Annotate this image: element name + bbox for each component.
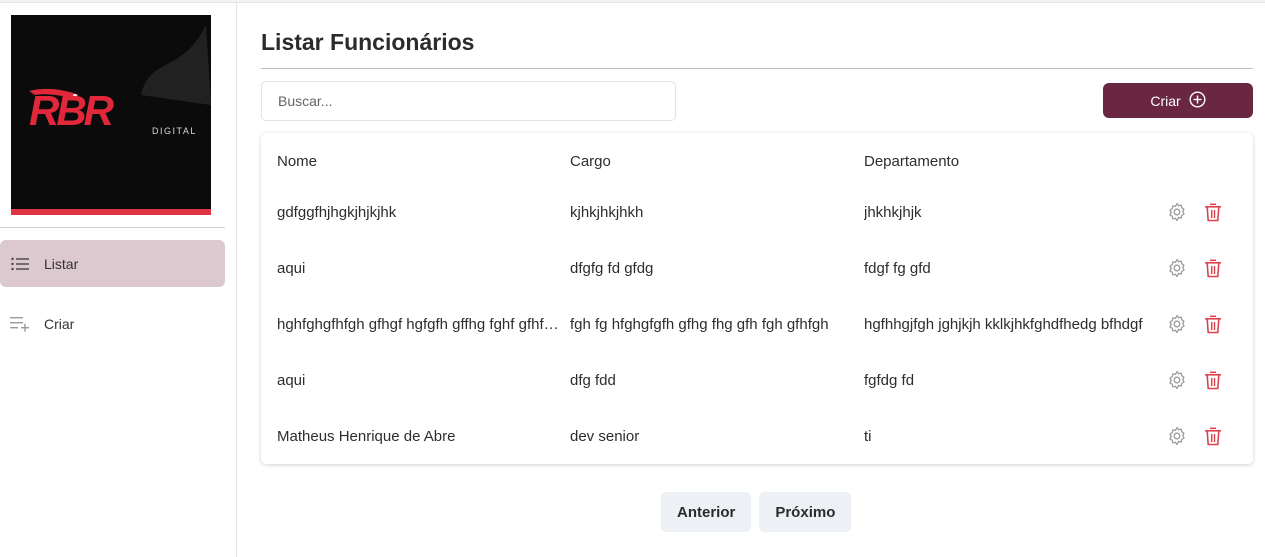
column-header-departamento: Departamento	[864, 152, 960, 170]
table-row: aqui dfgfg fd gfdg fdgf fg gfd	[261, 240, 1253, 296]
next-page-button[interactable]: Próximo	[759, 492, 852, 532]
column-header-nome: Nome	[277, 152, 318, 170]
page-title: Listar Funcionários	[261, 29, 475, 55]
search-input[interactable]	[261, 81, 676, 121]
cell-nome: hghfghgfhfgh gfhgf hgfgfh gffhg fghf gfh…	[277, 315, 559, 333]
cell-departamento: jhkhkjhjk	[864, 203, 922, 221]
sidebar: RBR DIGITAL Listar Criar	[0, 3, 237, 557]
table-row: hghfghgfhfgh gfhgf hgfgfh gffhg fghf gfh…	[261, 296, 1253, 352]
create-button[interactable]: Criar	[1103, 83, 1253, 118]
cell-nome: gdfggfhjhgkjhjkjhk	[277, 203, 397, 221]
gear-icon[interactable]	[1167, 314, 1187, 334]
table-row: Matheus Henrique de Abre dev senior ti	[261, 408, 1253, 464]
trash-icon[interactable]	[1203, 258, 1223, 278]
cell-cargo: dfg fdd	[570, 371, 616, 389]
list-icon	[10, 254, 30, 274]
main-content: Listar Funcionários Criar Nome Cargo Dep…	[237, 3, 1265, 557]
cell-departamento: fdgf fg gfd	[864, 259, 931, 277]
column-header-cargo: Cargo	[570, 152, 611, 170]
table-row: gdfggfhjhgkjhjkjhk kjhkjhkjhkh jhkhkjhjk	[261, 184, 1253, 240]
sidebar-item-label: Listar	[44, 255, 79, 272]
trash-icon[interactable]	[1203, 426, 1223, 446]
cell-nome: aqui	[277, 259, 306, 277]
sidebar-item-criar[interactable]: Criar	[0, 300, 225, 347]
cell-departamento: ti	[864, 427, 872, 445]
playlist-add-icon	[10, 314, 30, 334]
sidebar-divider	[0, 227, 225, 228]
logo-smoke-graphic	[141, 25, 211, 105]
cell-cargo: dfgfg fd gfdg	[570, 259, 654, 277]
logo-accent-bar	[11, 209, 211, 215]
gear-icon[interactable]	[1167, 202, 1187, 222]
cell-departamento: fgfdg fd	[864, 371, 915, 389]
cell-departamento: hgfhhgjfgh jghjkjh kklkjhkfghdfhedg bfhd…	[864, 315, 1143, 333]
trash-icon[interactable]	[1203, 370, 1223, 390]
brand-logo: RBR DIGITAL	[11, 15, 211, 215]
gear-icon[interactable]	[1167, 370, 1187, 390]
create-button-label: Criar	[1150, 92, 1181, 109]
cell-cargo: fgh fg hfghgfgfh gfhg fhg gfh fgh gfhfgh	[570, 315, 829, 333]
table-header: Nome Cargo Departamento	[261, 133, 1253, 189]
cell-nome: Matheus Henrique de Abre	[277, 427, 456, 445]
plus-circle-icon	[1189, 90, 1206, 111]
sidebar-item-listar[interactable]: Listar	[0, 240, 225, 287]
title-divider	[261, 68, 1253, 69]
cell-nome: aqui	[277, 371, 306, 389]
employees-table: Nome Cargo Departamento gdfggfhjhgkjhjkj…	[261, 133, 1253, 464]
row-actions	[1167, 258, 1223, 278]
gear-icon[interactable]	[1167, 258, 1187, 278]
row-actions	[1167, 202, 1223, 222]
gear-icon[interactable]	[1167, 426, 1187, 446]
cell-cargo: dev senior	[570, 427, 640, 445]
trash-icon[interactable]	[1203, 314, 1223, 334]
previous-page-button[interactable]: Anterior	[661, 492, 752, 532]
logo-text: RBR	[29, 87, 114, 134]
row-actions	[1167, 426, 1223, 446]
trash-icon[interactable]	[1203, 202, 1223, 222]
cell-cargo: kjhkjhkjhkh	[570, 203, 644, 221]
logo-subtext: DIGITAL	[152, 126, 197, 136]
table-row: aqui dfg fdd fgfdg fd	[261, 352, 1253, 408]
row-actions	[1167, 370, 1223, 390]
sidebar-item-label: Criar	[44, 315, 75, 332]
pagination: Anterior Próximo	[661, 492, 852, 532]
row-actions	[1167, 314, 1223, 334]
